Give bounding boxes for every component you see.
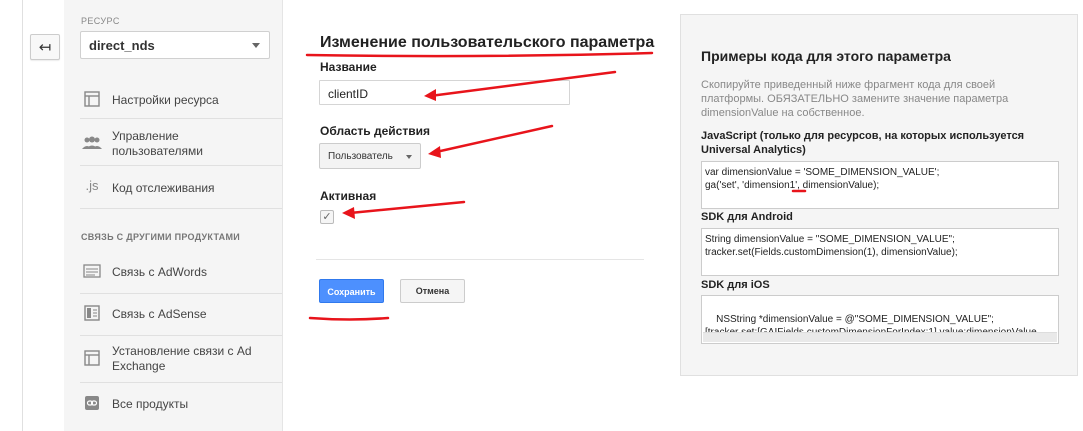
sidebar-item-property-settings[interactable]: Настройки ресурса <box>64 90 282 110</box>
ios-code-box[interactable]: NSString *dimensionValue = @"SOME_DIMENS… <box>701 295 1059 344</box>
arrow-to-checkbox-annotation <box>348 200 466 215</box>
save-button[interactable]: Сохранить <box>319 279 384 303</box>
section-heading: СВЯЗЬ С ДРУГИМИ ПРОДУКТАМИ <box>81 232 241 242</box>
sidebar-item-label: Все продукты <box>112 397 189 411</box>
js-code-box[interactable]: var dimensionValue = 'SOME_DIMENSION_VAL… <box>701 161 1059 209</box>
sidebar: РЕСУРС direct_nds Настройки ресурса Упра… <box>64 0 283 431</box>
sidebar-item-adexchange[interactable]: Установление связи с Ad Exchange <box>64 344 282 376</box>
scope-select-value: Пользователь <box>328 151 393 162</box>
js-icon: .js <box>85 178 99 193</box>
chevron-down-icon <box>252 43 260 48</box>
adwords-icon <box>82 264 102 280</box>
title-underline-annotation <box>305 51 654 58</box>
gutter-divider <box>22 0 23 431</box>
left-gutter <box>0 0 63 431</box>
active-checkbox[interactable]: ✓ <box>320 210 334 224</box>
arrow-to-scope-annotation <box>434 124 554 154</box>
sidebar-item-adwords[interactable]: Связь с AdWords <box>64 262 282 282</box>
checkmark-icon: ✓ <box>322 211 332 223</box>
panel-title: Примеры кода для этого параметра <box>701 48 951 64</box>
sidebar-item-label: Настройки ресурса <box>112 93 219 107</box>
resource-select[interactable]: direct_nds <box>80 31 270 59</box>
name-label: Название <box>320 60 377 74</box>
sidebar-item-label: Связь с AdSense <box>112 307 207 321</box>
sidebar-item-label: Управление пользователями <box>112 129 203 158</box>
save-underline-annotation <box>308 316 390 321</box>
users-icon <box>82 136 102 152</box>
sidebar-item-label: Код отслеживания <box>112 181 215 195</box>
sidebar-item-label: Связь с AdWords <box>112 265 207 279</box>
adexchange-icon <box>82 350 102 366</box>
horizontal-scrollbar[interactable] <box>703 332 1057 342</box>
sidebar-item-adsense[interactable]: Связь с AdSense <box>64 304 282 324</box>
arrowhead-scope-annotation <box>428 146 441 158</box>
page-title: Изменение пользовательского параметра <box>320 34 655 51</box>
code-samples-panel: Примеры кода для этого параметра Скопиру… <box>680 14 1078 376</box>
panel-description: Скопируйте приведенный ниже фрагмент код… <box>701 79 1009 119</box>
resource-label: РЕСУРС <box>81 16 120 26</box>
android-heading: SDK для Android <box>701 211 793 223</box>
sidebar-divider <box>80 382 282 383</box>
chevron-down-icon <box>406 155 412 159</box>
back-button[interactable]: ↤ <box>30 34 60 60</box>
ios-heading: SDK для iOS <box>701 279 770 291</box>
js-heading: JavaScript (только для ресурсов, на кото… <box>701 130 1025 156</box>
link-icon <box>82 395 102 411</box>
active-label: Активная <box>320 189 377 203</box>
sidebar-divider <box>80 165 282 166</box>
sidebar-item-user-management[interactable]: Управление пользователями <box>64 128 282 160</box>
name-input[interactable]: clientID <box>319 80 570 105</box>
sidebar-divider <box>80 208 282 209</box>
sidebar-item-label: Установление связи с Ad Exchange <box>112 344 252 373</box>
scope-select[interactable]: Пользователь <box>319 143 421 169</box>
sidebar-divider <box>80 118 282 119</box>
scope-label: Область действия <box>320 124 430 138</box>
sidebar-item-tracking-code[interactable]: .js Код отслеживания <box>64 178 282 198</box>
sidebar-divider <box>80 335 282 336</box>
sidebar-divider <box>80 293 282 294</box>
arrowhead-checkbox-annotation <box>342 207 355 219</box>
sidebar-item-all-products[interactable]: Все продукты <box>64 394 282 414</box>
resource-select-value: direct_nds <box>89 38 155 53</box>
arrow-left-icon: ↤ <box>38 39 52 56</box>
cancel-button[interactable]: Отмена <box>400 279 465 303</box>
adsense-icon <box>82 305 102 321</box>
form-divider <box>316 259 644 260</box>
android-code-box[interactable]: String dimensionValue = "SOME_DIMENSION_… <box>701 228 1059 276</box>
window-icon <box>82 91 102 107</box>
